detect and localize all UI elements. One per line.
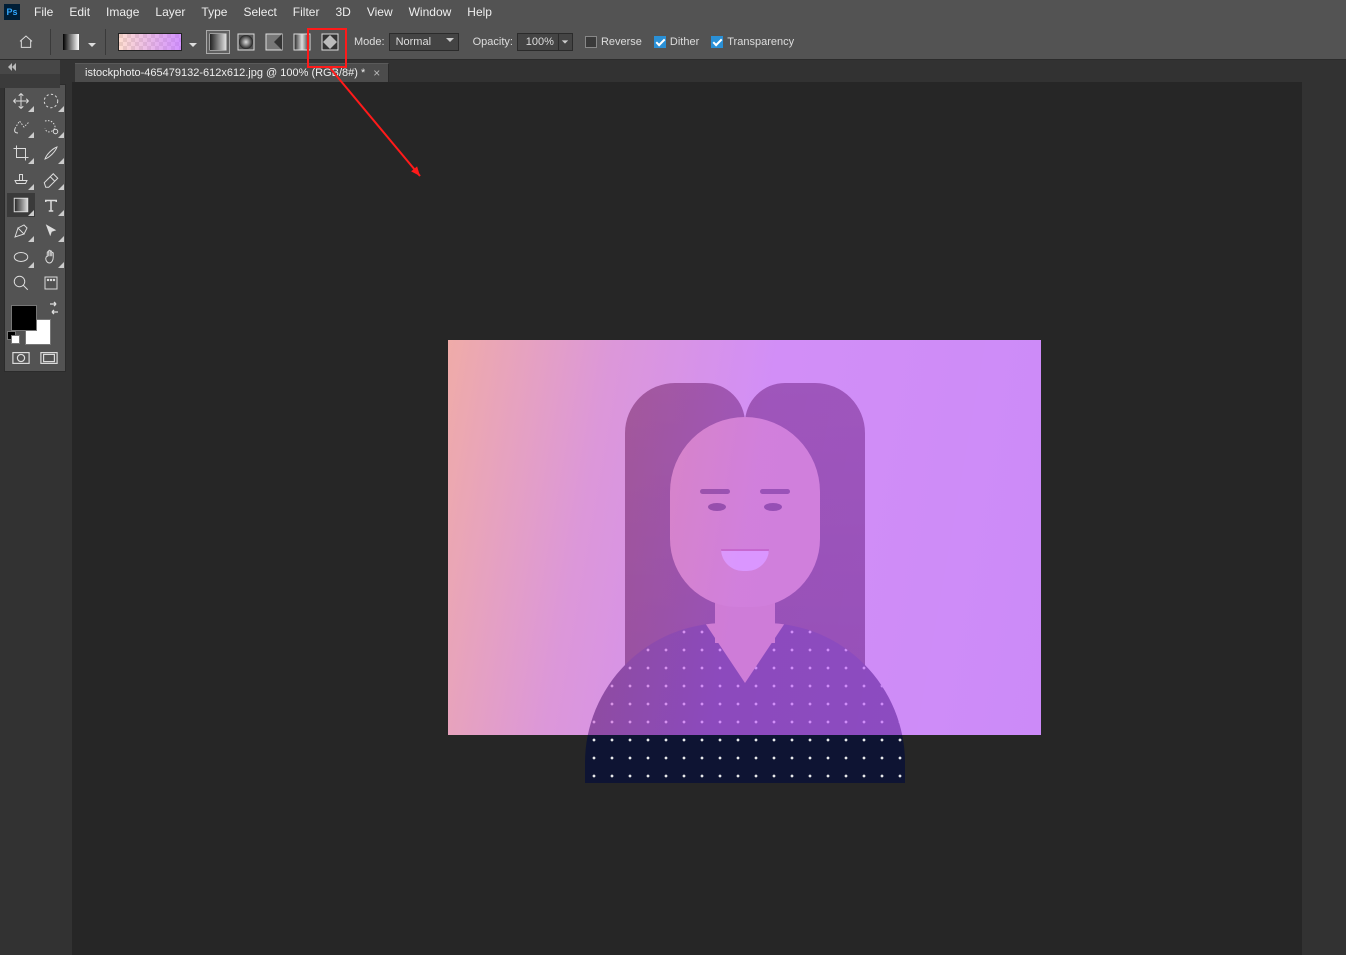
menu-3d[interactable]: 3D (327, 0, 358, 24)
move-tool[interactable] (7, 89, 35, 113)
gradient-type-angle[interactable] (262, 30, 286, 54)
transparency-checkbox[interactable]: Transparency (711, 36, 794, 48)
type-tool[interactable] (37, 193, 65, 217)
opacity-label: Opacity: (473, 36, 513, 48)
reverse-checkbox-input[interactable] (585, 36, 597, 48)
menu-file[interactable]: File (26, 0, 61, 24)
zoom-tool[interactable] (7, 271, 35, 295)
pen-tool[interactable] (7, 219, 35, 243)
document-tab-title: istockphoto-465479132-612x612.jpg @ 100%… (85, 67, 365, 79)
screen-mode-row (7, 349, 63, 367)
menu-view[interactable]: View (359, 0, 401, 24)
gradient-type-reflected[interactable] (290, 30, 314, 54)
menu-image[interactable]: Image (98, 0, 147, 24)
document-tab-bar: istockphoto-465479132-612x612.jpg @ 100%… (0, 60, 1346, 82)
gradient-tool-icon[interactable] (59, 30, 83, 54)
tools-panel (4, 84, 66, 372)
brush-tool[interactable] (37, 141, 65, 165)
mode-label: Mode: (354, 36, 385, 48)
quick-select-tool[interactable] (37, 115, 65, 139)
menu-type[interactable]: Type (193, 0, 235, 24)
reverse-checkbox[interactable]: Reverse (585, 36, 642, 48)
right-panel-rail[interactable] (1303, 82, 1346, 955)
separator (105, 29, 106, 55)
close-tab-icon[interactable]: × (373, 67, 380, 79)
path-select-tool[interactable] (37, 219, 65, 243)
gradient-type-diamond[interactable] (318, 30, 342, 54)
document-tab[interactable]: istockphoto-465479132-612x612.jpg @ 100%… (75, 63, 389, 82)
crop-tool[interactable] (7, 141, 35, 165)
transparency-checkbox-input[interactable] (711, 36, 723, 48)
tool-preset-dropdown-icon[interactable] (87, 37, 97, 47)
foreground-color-swatch[interactable] (11, 305, 37, 331)
options-bar: Mode: Normal Opacity: 100% Reverse Dithe… (0, 24, 1346, 60)
dither-checkbox-input[interactable] (654, 36, 666, 48)
gradient-type-linear[interactable] (206, 30, 230, 54)
menu-window[interactable]: Window (401, 0, 460, 24)
separator (50, 29, 51, 55)
app-icon: Ps (4, 4, 20, 20)
gradient-type-radial[interactable] (234, 30, 258, 54)
default-colors-icon[interactable] (7, 331, 19, 343)
menu-layer[interactable]: Layer (147, 0, 193, 24)
collapsed-panel-tab[interactable] (0, 74, 60, 88)
menu-select[interactable]: Select (235, 0, 284, 24)
document-canvas[interactable] (448, 340, 1041, 735)
marquee-tool[interactable] (37, 89, 65, 113)
edit-toolbar-button[interactable] (37, 271, 65, 295)
transparency-checkbox-label: Transparency (727, 36, 794, 48)
lasso-tool[interactable] (7, 115, 35, 139)
menu-edit[interactable]: Edit (61, 0, 98, 24)
reverse-checkbox-label: Reverse (601, 36, 642, 48)
clone-stamp-tool[interactable] (7, 167, 35, 191)
collapsed-panel-group (0, 60, 60, 88)
gradient-preview[interactable] (118, 33, 182, 51)
screen-mode-button[interactable] (38, 349, 60, 367)
gradient-type-group (206, 30, 342, 54)
canvas-area[interactable] (72, 82, 1302, 955)
swap-colors-icon[interactable] (47, 301, 61, 315)
dither-checkbox[interactable]: Dither (654, 36, 699, 48)
opacity-dropdown-icon[interactable] (559, 33, 573, 51)
quick-mask-button[interactable] (10, 349, 32, 367)
menu-filter[interactable]: Filter (285, 0, 328, 24)
dither-checkbox-label: Dither (670, 36, 699, 48)
eraser-tool[interactable] (37, 167, 65, 191)
hand-tool[interactable] (37, 245, 65, 269)
shape-tool[interactable] (7, 245, 35, 269)
blend-mode-select[interactable]: Normal (389, 33, 459, 51)
menu-bar: Ps File Edit Image Layer Type Select Fil… (0, 0, 1346, 24)
gradient-overlay-2 (448, 340, 1041, 735)
color-swatches (7, 301, 63, 343)
opacity-input[interactable]: 100% (517, 33, 559, 51)
menu-help[interactable]: Help (459, 0, 500, 24)
collapse-panel-button[interactable] (0, 60, 60, 74)
gradient-picker-dropdown-icon[interactable] (188, 37, 198, 47)
home-button[interactable] (10, 29, 42, 55)
gradient-tool[interactable] (7, 193, 35, 217)
